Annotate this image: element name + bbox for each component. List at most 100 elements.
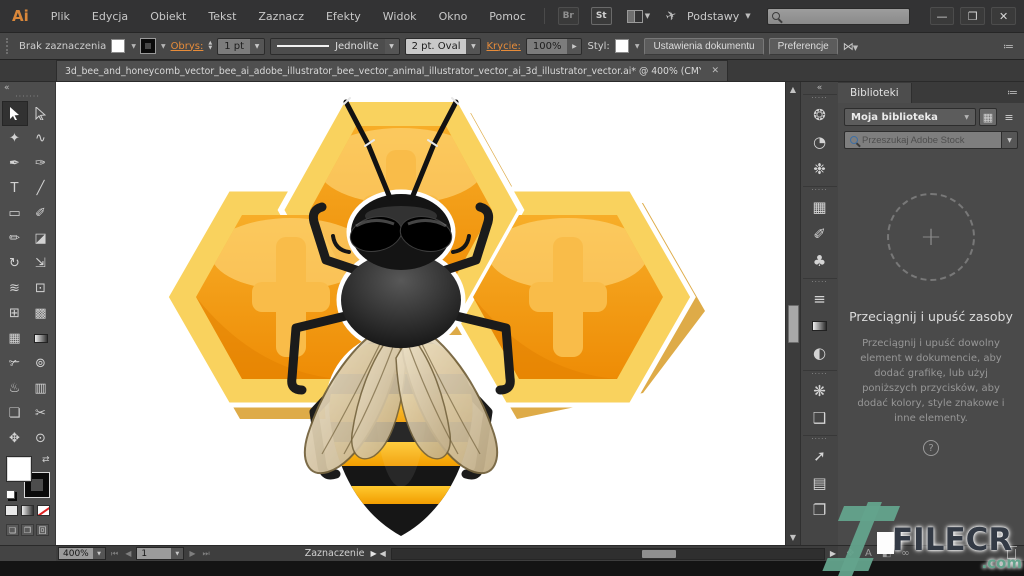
width-tool[interactable]: ≋	[2, 276, 28, 301]
stock-search-input[interactable]	[862, 134, 996, 146]
scrollbar-thumb[interactable]	[788, 305, 799, 343]
lasso-tool[interactable]: ∿	[28, 126, 54, 151]
artwork-bee-honeycomb[interactable]	[56, 82, 785, 545]
control-panel-menu-icon[interactable]: ≔	[1003, 40, 1014, 53]
panel-menu-icon[interactable]: ≔	[1007, 86, 1018, 99]
align-options-icon[interactable]: ⋈▼	[843, 40, 858, 53]
stroke-swatch[interactable]	[139, 38, 156, 54]
paintbrush-tool[interactable]: ✐	[28, 201, 54, 226]
swatches-panel-icon[interactable]: ▦	[807, 193, 833, 220]
color-panel-icon[interactable]: ❂	[807, 101, 833, 128]
none-mode-button[interactable]	[37, 505, 50, 516]
export-panel-icon[interactable]: ➚	[807, 442, 833, 469]
library-select[interactable]: Moja biblioteka ▼	[844, 108, 976, 126]
recolor-artwork-icon[interactable]: ❉	[807, 155, 833, 182]
zoom-tool[interactable]: ⊙	[28, 426, 54, 451]
chevron-down-icon[interactable]: ▼	[250, 38, 265, 54]
transparency-panel-icon[interactable]: ◐	[807, 339, 833, 366]
help-icon[interactable]: ?	[923, 440, 939, 456]
rectangle-tool[interactable]: ▭	[2, 201, 28, 226]
rotate-tool[interactable]: ↻	[2, 251, 28, 276]
shape-builder-tool[interactable]: ⊞	[2, 301, 28, 326]
style-swatch[interactable]	[614, 39, 629, 53]
list-view-button[interactable]: ≡	[1000, 108, 1018, 126]
perspective-grid-tool[interactable]: ▩	[28, 301, 54, 326]
chevron-down-icon[interactable]: ▼	[93, 548, 105, 559]
color-guide-panel-icon[interactable]: ◔	[807, 128, 833, 155]
document-tab[interactable]: 3d_bee_and_honeycomb_vector_bee_ai_adobe…	[56, 60, 728, 81]
add-color-icon[interactable]: ◧	[882, 548, 891, 559]
swap-fill-stroke-icon[interactable]: ⇄	[42, 455, 50, 465]
preferences-button[interactable]: Preferencje	[768, 37, 838, 55]
stock-button[interactable]: St	[590, 7, 612, 25]
tab-biblioteki[interactable]: Biblioteki	[838, 83, 912, 103]
pen-tool[interactable]: ✒	[2, 151, 28, 176]
drag-handle[interactable]: ·······	[15, 93, 40, 101]
previous-artboard-icon[interactable]: ◀	[123, 549, 133, 558]
menu-tekst[interactable]: Tekst	[198, 6, 246, 27]
drop-target-icon[interactable]: +	[887, 193, 975, 281]
bridge-button[interactable]: Br	[557, 7, 579, 25]
zoom-level-combo[interactable]: 400% ▼	[58, 547, 106, 560]
artboards-panel-icon[interactable]: ❐	[807, 496, 833, 523]
artboard-tool[interactable]: ❏	[2, 401, 28, 426]
gradient-mode-button[interactable]	[21, 505, 34, 516]
variable-width-combo[interactable]: Jednolite ▼	[270, 37, 400, 55]
menu-okno[interactable]: Okno	[429, 6, 478, 27]
add-character-style-icon[interactable]: A	[865, 548, 872, 559]
expand-panels-icon[interactable]: «	[817, 82, 823, 94]
default-fill-stroke-icon[interactable]	[5, 490, 15, 499]
drag-handle[interactable]	[6, 38, 10, 54]
menu-zaznacz[interactable]: Zaznacz	[248, 6, 314, 27]
graphic-styles-panel-icon[interactable]: ❑	[807, 404, 833, 431]
menu-efekty[interactable]: Efekty	[316, 6, 371, 27]
minimize-button[interactable]: —	[929, 7, 955, 25]
appearance-panel-icon[interactable]: ❋	[807, 377, 833, 404]
tab-close-icon[interactable]: ✕	[711, 66, 719, 76]
direct-selection-tool[interactable]	[28, 101, 54, 126]
add-graphic-icon[interactable]: ❖	[846, 548, 855, 559]
workspace-switcher[interactable]: Podstawy ▼	[687, 10, 751, 23]
magic-wand-tool[interactable]: ✦	[2, 126, 28, 151]
eraser-tool[interactable]: ◪	[28, 226, 54, 251]
collapse-panel-icon[interactable]: «	[0, 82, 14, 94]
document-canvas[interactable]	[56, 82, 785, 545]
stroke-width-stepper[interactable]: ▲ ▼	[208, 41, 212, 51]
slice-tool[interactable]: ✂	[28, 401, 54, 426]
scrollbar-thumb[interactable]	[642, 549, 677, 558]
scroll-left-icon[interactable]: ◀	[380, 549, 386, 558]
draw-behind-button[interactable]: ❐	[21, 524, 34, 536]
search-scope-dropdown[interactable]: ▼	[1002, 131, 1018, 149]
layers-panel-icon[interactable]: ▤	[807, 469, 833, 496]
stroke-width-combo[interactable]: 1 pt ▼	[217, 37, 266, 55]
selection-tool[interactable]	[1, 101, 28, 126]
menu-pomoc[interactable]: Pomoc	[479, 6, 535, 27]
chevron-down-icon[interactable]: ▼	[466, 38, 481, 54]
symbols-panel-icon[interactable]: ♣	[807, 247, 833, 274]
symbol-sprayer-tool[interactable]: ♨	[2, 376, 28, 401]
scroll-right-icon[interactable]: ▶	[830, 549, 836, 558]
search-input[interactable]	[779, 10, 900, 22]
scale-tool[interactable]: ⇲	[28, 251, 54, 276]
chevron-down-icon[interactable]: ▼	[161, 43, 166, 50]
blend-tool[interactable]: ⊚	[28, 351, 54, 376]
chevron-down-icon[interactable]: ▼	[131, 43, 136, 50]
hand-tool[interactable]: ✥	[2, 426, 28, 451]
chevron-right-icon[interactable]: ▶	[567, 38, 582, 54]
stroke-panel-icon[interactable]: ≡	[807, 285, 833, 312]
close-button[interactable]: ✕	[991, 7, 1017, 25]
gradient-panel-icon[interactable]	[807, 312, 833, 339]
menu-plik[interactable]: Plik	[41, 6, 80, 27]
status-menu-icon[interactable]: ▶	[370, 549, 376, 558]
arrange-documents-button[interactable]: ▼	[626, 9, 650, 23]
curvature-tool[interactable]: ✑	[28, 151, 54, 176]
sync-icon[interactable]: ∞	[901, 548, 909, 559]
scrollbar-track[interactable]	[786, 97, 800, 530]
brush-combo[interactable]: 2 pt. Oval ▼	[404, 37, 482, 55]
horizontal-scrollbar[interactable]	[390, 547, 825, 560]
color-mode-button[interactable]	[5, 505, 18, 516]
draw-normal-button[interactable]: ❏	[6, 524, 19, 536]
draw-inside-button[interactable]: 回	[36, 524, 49, 536]
opacity-combo[interactable]: 100% ▶	[525, 37, 583, 55]
eyedropper-tool[interactable]: ✃	[2, 351, 28, 376]
